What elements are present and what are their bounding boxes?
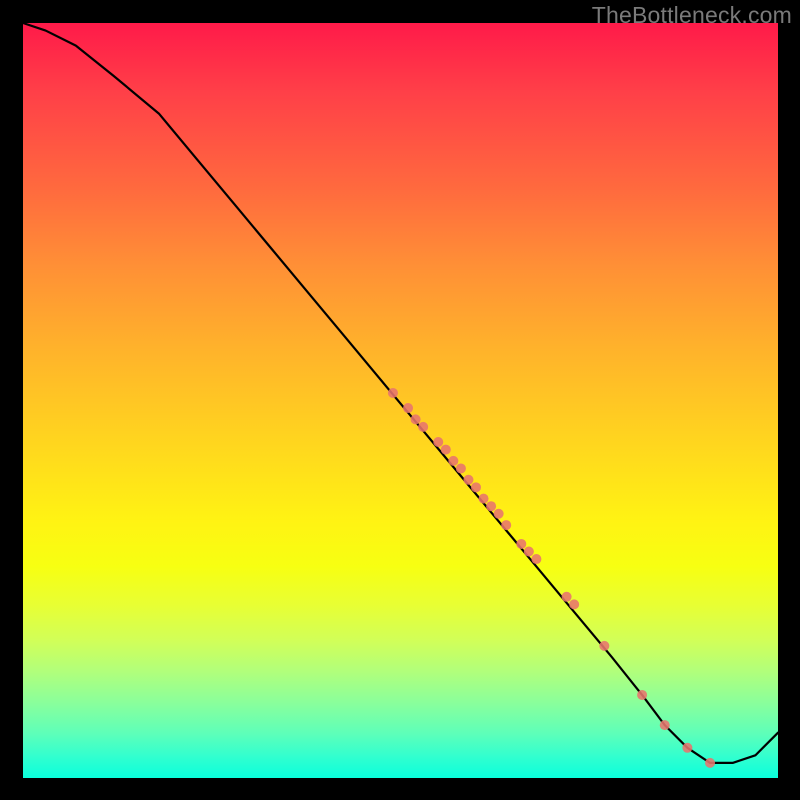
data-point [463,475,473,485]
data-point [418,422,428,432]
data-point [569,599,579,609]
data-point [501,520,511,530]
data-point [660,720,670,730]
chart-svg [23,23,778,778]
data-point [471,482,481,492]
data-point [516,539,526,549]
data-point [479,494,489,504]
data-point [682,743,692,753]
data-point [448,456,458,466]
data-point [486,501,496,511]
chart-frame: TheBottleneck.com [0,0,800,800]
data-point [388,388,398,398]
data-point [494,509,504,519]
bottleneck-points-group [388,388,715,768]
plot-area [23,23,778,778]
bottleneck-curve [23,23,778,763]
data-point [531,554,541,564]
watermark-text: TheBottleneck.com [592,2,792,29]
data-point [411,414,421,424]
data-point [562,592,572,602]
data-point [433,437,443,447]
data-point [441,445,451,455]
data-point [637,690,647,700]
data-point [705,758,715,768]
data-point [403,403,413,413]
data-point [456,463,466,473]
data-point [599,641,609,651]
data-point [524,547,534,557]
